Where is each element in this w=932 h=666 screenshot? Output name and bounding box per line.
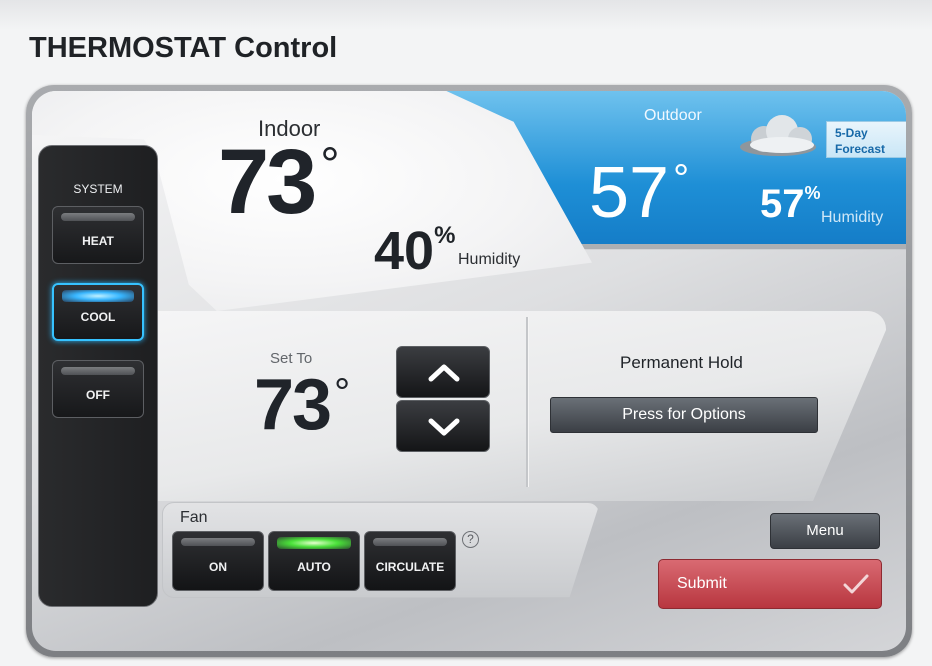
indoor-degree-symbol: ° — [320, 139, 339, 192]
setpoint-divider — [526, 317, 529, 487]
heat-indicator-light — [61, 213, 135, 221]
hold-options-button[interactable]: Press for Options — [550, 397, 818, 433]
indoor-humidity-value: 40 — [374, 221, 435, 281]
hold-mode-label: Permanent Hold — [620, 353, 743, 372]
outdoor-degree-symbol: ° — [673, 157, 690, 201]
outdoor-label: Outdoor — [644, 107, 702, 124]
setpoint-temperature-value: 73 — [254, 365, 332, 445]
chevron-up-icon — [428, 364, 460, 382]
system-heat-button[interactable]: HEAT — [52, 206, 144, 264]
outdoor-temperature-value: 57 — [589, 153, 670, 233]
submit-button[interactable]: Submit — [658, 559, 882, 609]
setpoint-degree-symbol: ° — [334, 371, 350, 415]
cloud-icon — [740, 115, 816, 156]
system-off-button[interactable]: OFF — [52, 360, 144, 418]
page-title: THERMOSTAT Control — [29, 32, 338, 64]
outdoor-humidity-value: 57 — [760, 182, 805, 226]
help-icon[interactable]: ? — [462, 531, 479, 548]
menu-button[interactable]: Menu — [770, 513, 880, 549]
decrease-temperature-button[interactable] — [396, 400, 490, 452]
off-indicator-light — [61, 367, 135, 375]
fan-circulate-indicator-light — [373, 538, 447, 546]
fan-label: Fan — [180, 509, 208, 526]
off-button-label: OFF — [86, 388, 110, 402]
cool-indicator-light — [62, 290, 134, 302]
indoor-humidity-label: Humidity — [458, 251, 521, 268]
thermostat-panel: SYSTEM HEAT COOL OFF Indoor 73 ° 40% Humi… — [26, 85, 912, 657]
indoor-temperature: 73 ° — [218, 136, 340, 228]
fan-on-button[interactable]: ON — [172, 531, 264, 591]
fan-auto-indicator-light — [277, 537, 351, 549]
system-mode-panel: SYSTEM HEAT COOL OFF — [38, 145, 158, 607]
outdoor-humidity-label: Humidity — [821, 209, 884, 226]
setpoint-temperature: 73 ° — [254, 369, 350, 441]
cool-button-label: COOL — [80, 310, 116, 324]
indoor-humidity: 40% — [374, 221, 456, 281]
submit-button-label: Submit — [677, 575, 727, 592]
thermostat-face: SYSTEM HEAT COOL OFF Indoor 73 ° 40% Humi… — [32, 91, 906, 651]
increase-temperature-button[interactable] — [396, 346, 490, 398]
indoor-humidity-unit: % — [434, 222, 456, 249]
fan-auto-label: AUTO — [297, 560, 331, 574]
outdoor-humidity: 57% — [760, 184, 821, 224]
system-label: SYSTEM — [73, 182, 123, 196]
forecast-label-line1: 5-Day — [835, 126, 868, 140]
fan-on-indicator-light — [181, 538, 255, 546]
outdoor-humidity-unit: % — [804, 183, 821, 203]
fan-auto-button[interactable]: AUTO — [268, 531, 360, 591]
fan-circulate-button[interactable]: CIRCULATE — [364, 531, 456, 591]
fan-circulate-label: CIRCULATE — [375, 560, 445, 574]
system-cool-button[interactable]: COOL — [52, 283, 144, 341]
indoor-temperature-value: 73 — [218, 131, 317, 233]
chevron-down-icon — [428, 418, 460, 436]
outdoor-temperature: 57 ° — [589, 157, 689, 229]
forecast-label-line2: Forecast — [835, 142, 886, 156]
five-day-forecast-button[interactable]: 5-Day Forecast — [826, 121, 906, 158]
heat-button-label: HEAT — [82, 234, 114, 248]
checkmark-icon — [843, 574, 869, 594]
fan-on-label: ON — [209, 560, 227, 574]
